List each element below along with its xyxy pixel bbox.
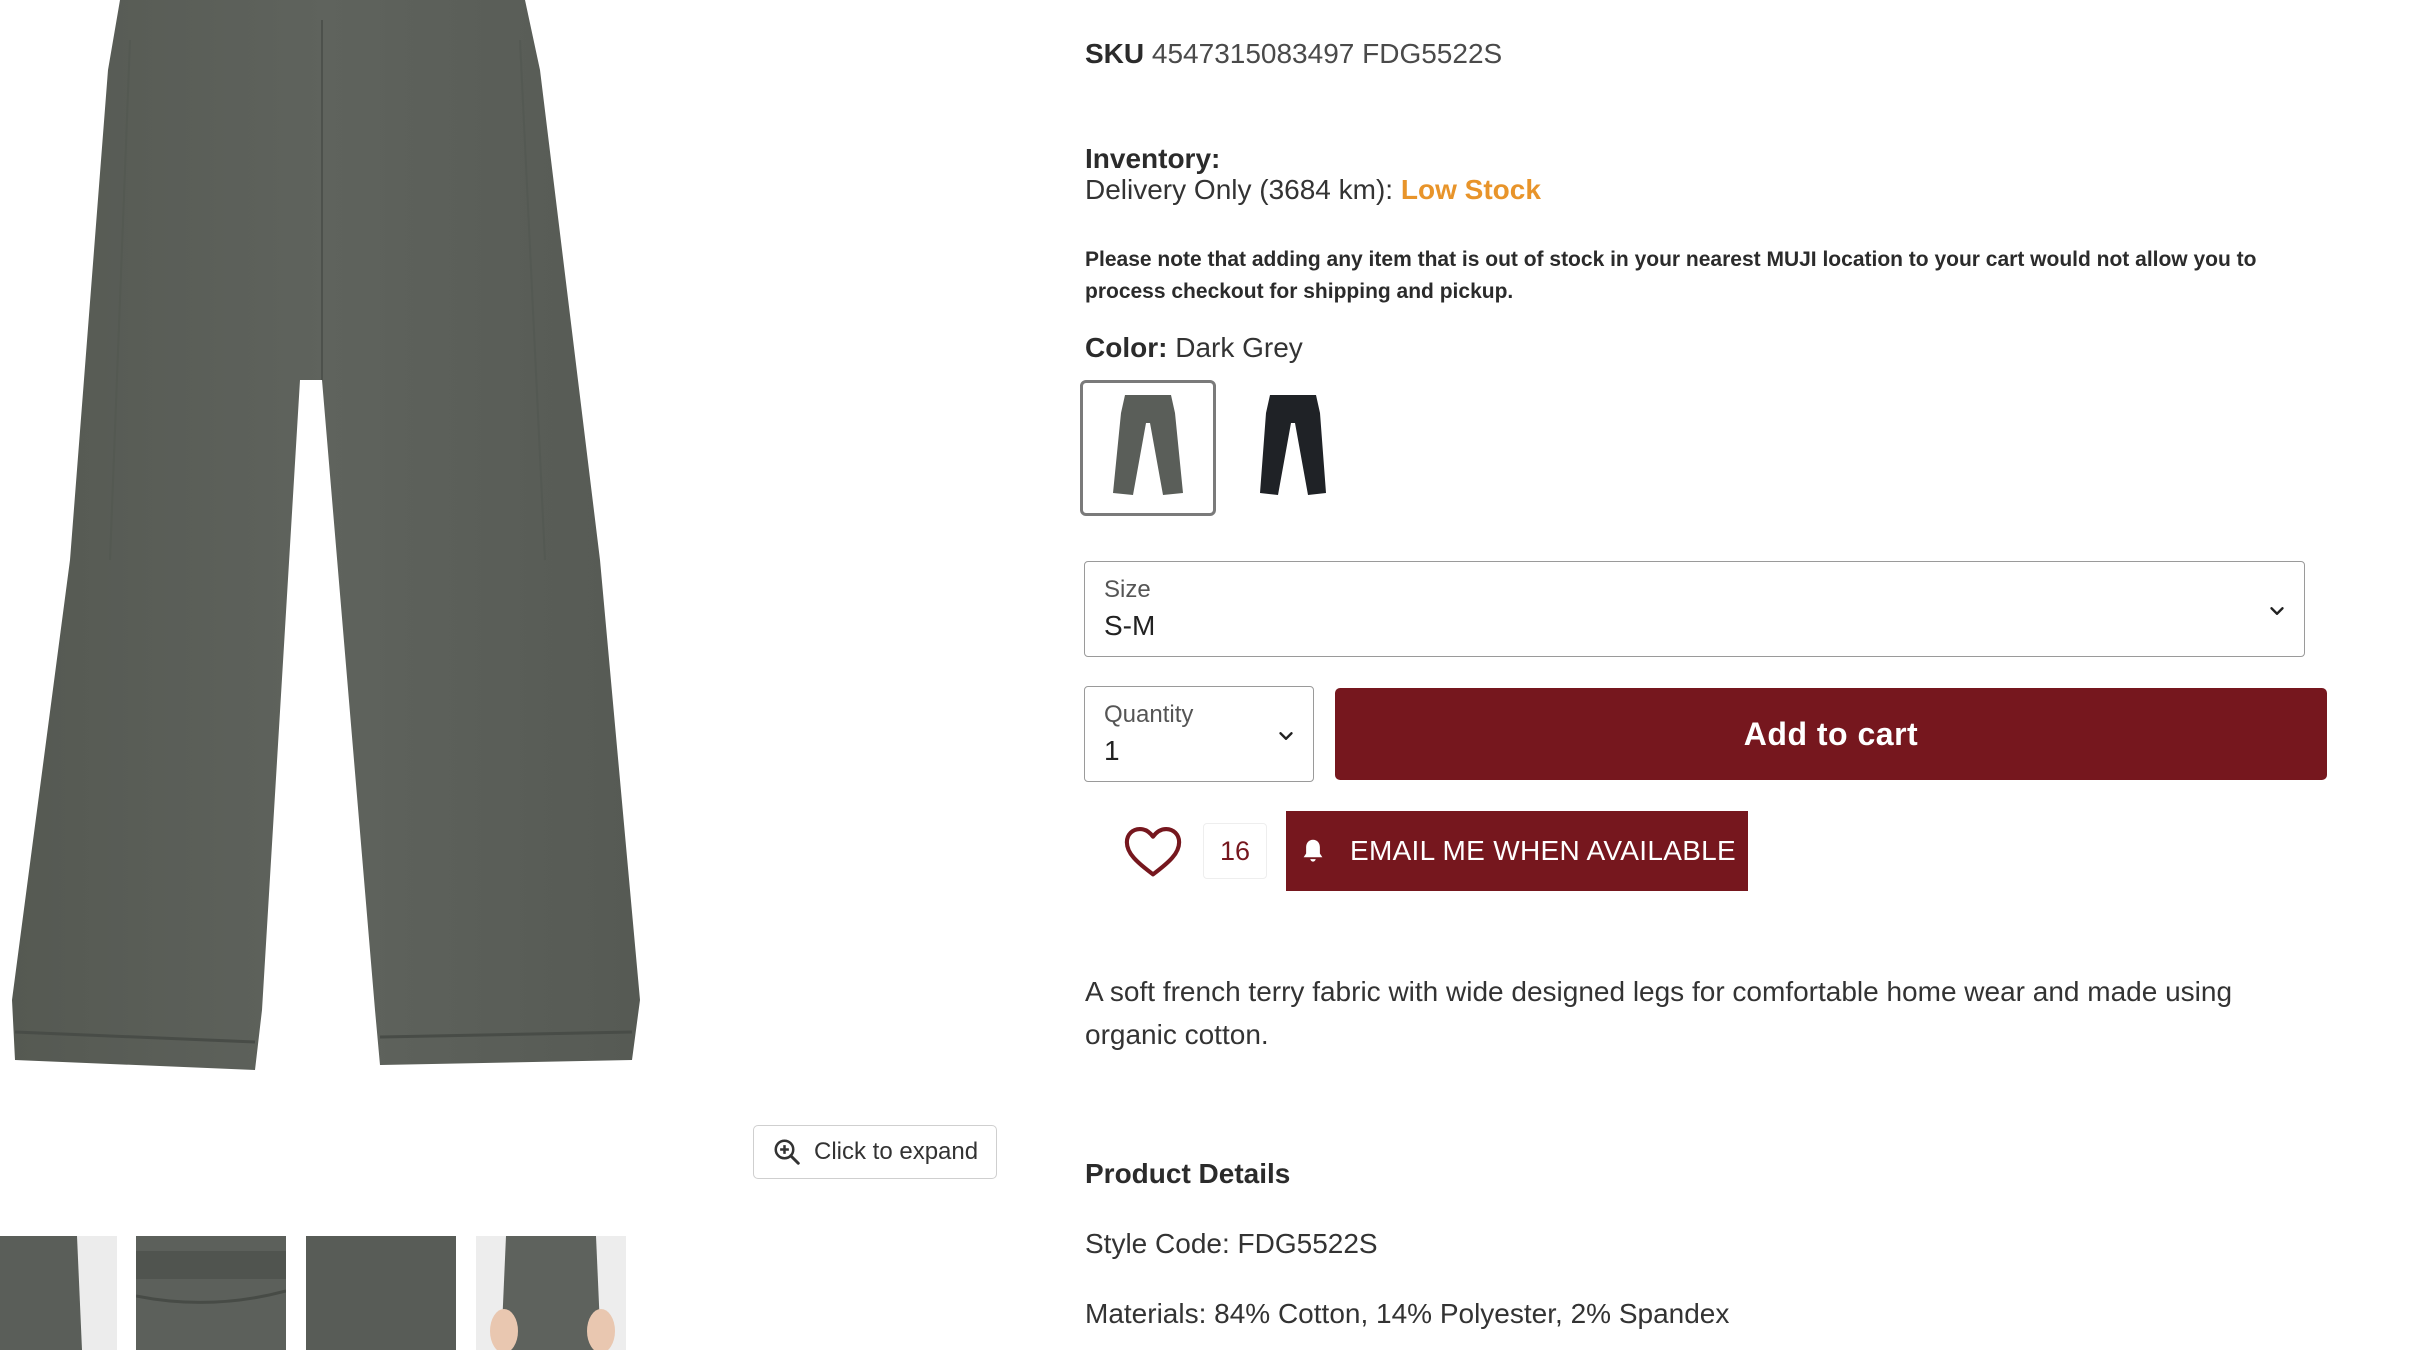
sku-value: 4547315083497 FDG5522S bbox=[1151, 38, 1503, 69]
stock-status: Low Stock bbox=[1400, 174, 1541, 205]
chevron-down-icon bbox=[2270, 607, 2284, 615]
gallery-thumbnail-4[interactable] bbox=[476, 1236, 626, 1350]
product-main-image[interactable] bbox=[0, 0, 700, 1100]
wishlist-heart-icon[interactable] bbox=[1120, 818, 1186, 884]
email-button-label: EMAIL ME WHEN AVAILABLE bbox=[1349, 835, 1737, 866]
product-details-heading: Product Details bbox=[1085, 1158, 1291, 1189]
quantity-label: Quantity bbox=[1104, 701, 1194, 728]
pants-black-thumbnail bbox=[1260, 395, 1326, 495]
product-description: A soft french terry fabric with wide des… bbox=[1085, 976, 2233, 1050]
expand-image-button[interactable]: Click to expand bbox=[753, 1125, 997, 1179]
quantity-value: 1 bbox=[1104, 735, 1120, 766]
color-swatch-dark-grey[interactable] bbox=[1080, 380, 1216, 516]
style-code: Style Code: FDG5522S bbox=[1085, 1228, 1378, 1259]
color-line: Color: Dark Grey bbox=[1085, 332, 1303, 364]
color-label: Color: bbox=[1085, 332, 1168, 363]
color-selected: Dark Grey bbox=[1175, 332, 1303, 363]
materials: Materials: 84% Cotton, 14% Polyester, 2%… bbox=[1085, 1298, 1730, 1329]
quantity-select[interactable]: Quantity 1 bbox=[1084, 686, 1314, 782]
gallery-thumbnail-1[interactable] bbox=[0, 1236, 117, 1350]
chevron-down-icon bbox=[1279, 732, 1293, 740]
add-to-cart-button[interactable]: Add to cart bbox=[1335, 688, 2327, 780]
size-label: Size bbox=[1104, 576, 1151, 603]
stock-note: Please note that adding any item that is… bbox=[1085, 248, 2257, 303]
size-select[interactable]: Size S-M bbox=[1084, 561, 2305, 657]
expand-label: Click to expand bbox=[814, 1138, 979, 1165]
pants-dark-grey-thumbnail bbox=[1113, 395, 1183, 495]
gallery-thumbnail-2[interactable] bbox=[136, 1236, 286, 1350]
color-swatch-black[interactable] bbox=[1225, 380, 1361, 516]
sku-line: SKU 4547315083497 FDG5522S bbox=[1085, 38, 1502, 70]
sku-label: SKU bbox=[1085, 38, 1145, 69]
email-when-available-button[interactable]: EMAIL ME WHEN AVAILABLE bbox=[1286, 811, 1748, 891]
bell-icon bbox=[1303, 839, 1323, 862]
delivery-text: Delivery Only (3684 km): bbox=[1085, 174, 1394, 205]
gallery-thumbnail-3[interactable] bbox=[306, 1236, 456, 1350]
wishlist-count: 16 bbox=[1203, 823, 1267, 879]
inventory-line: Delivery Only (3684 km): Low Stock bbox=[1085, 174, 1541, 206]
size-value: S-M bbox=[1104, 610, 1156, 641]
zoom-in-icon bbox=[774, 1139, 800, 1165]
inventory-label: Inventory: bbox=[1085, 143, 1221, 174]
